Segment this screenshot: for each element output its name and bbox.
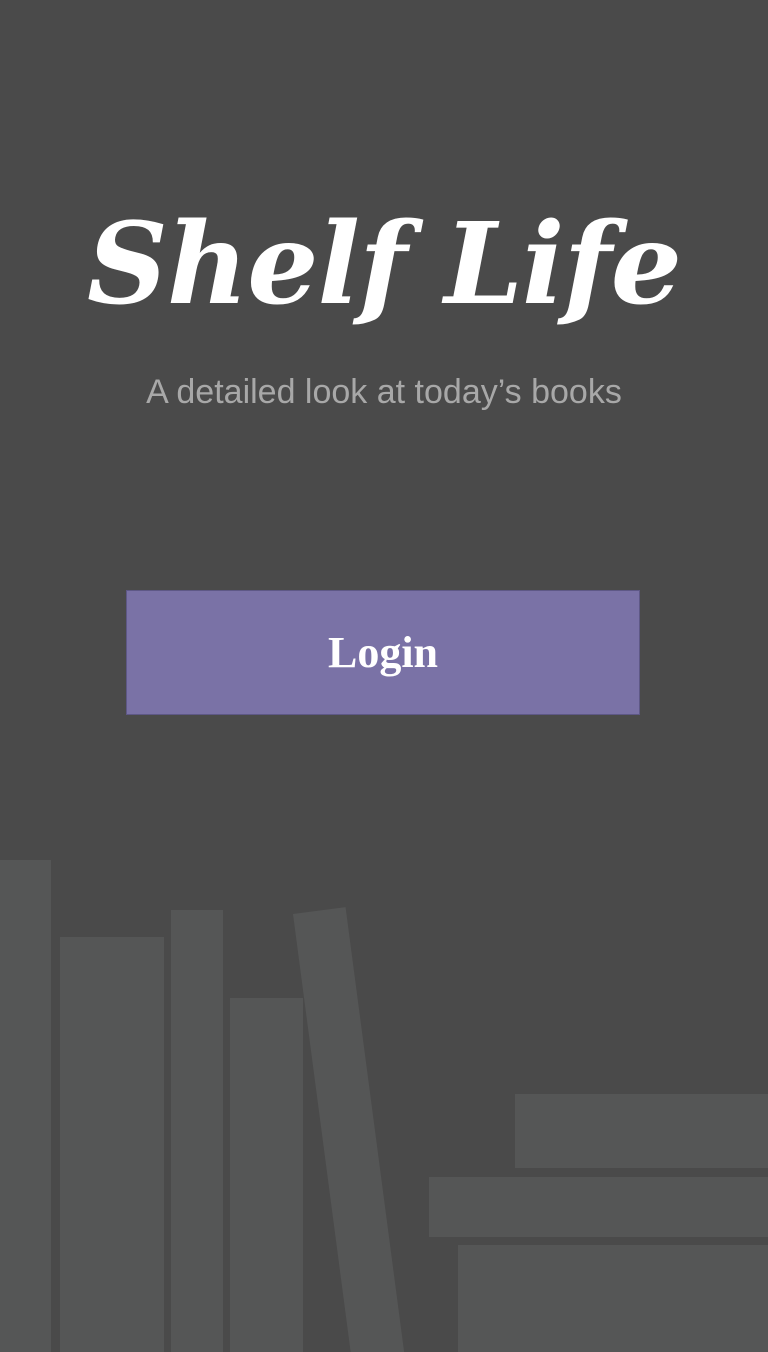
book-spine bbox=[230, 998, 303, 1352]
book-spine bbox=[0, 860, 51, 1352]
login-button-label: Login bbox=[327, 628, 439, 677]
stacked-book bbox=[429, 1177, 768, 1237]
book-spine bbox=[171, 910, 223, 1352]
book-spine bbox=[60, 937, 164, 1352]
login-button[interactable]: Login bbox=[126, 590, 640, 715]
stacked-book bbox=[458, 1245, 768, 1352]
stacked-book bbox=[515, 1094, 768, 1168]
leaning-book bbox=[293, 907, 407, 1352]
app-tagline: A detailed look at today’s books bbox=[146, 373, 622, 411]
login-screen: Shelf Life A detailed look at today’s bo… bbox=[0, 0, 768, 1352]
app-title: Shelf Life bbox=[86, 199, 682, 330]
